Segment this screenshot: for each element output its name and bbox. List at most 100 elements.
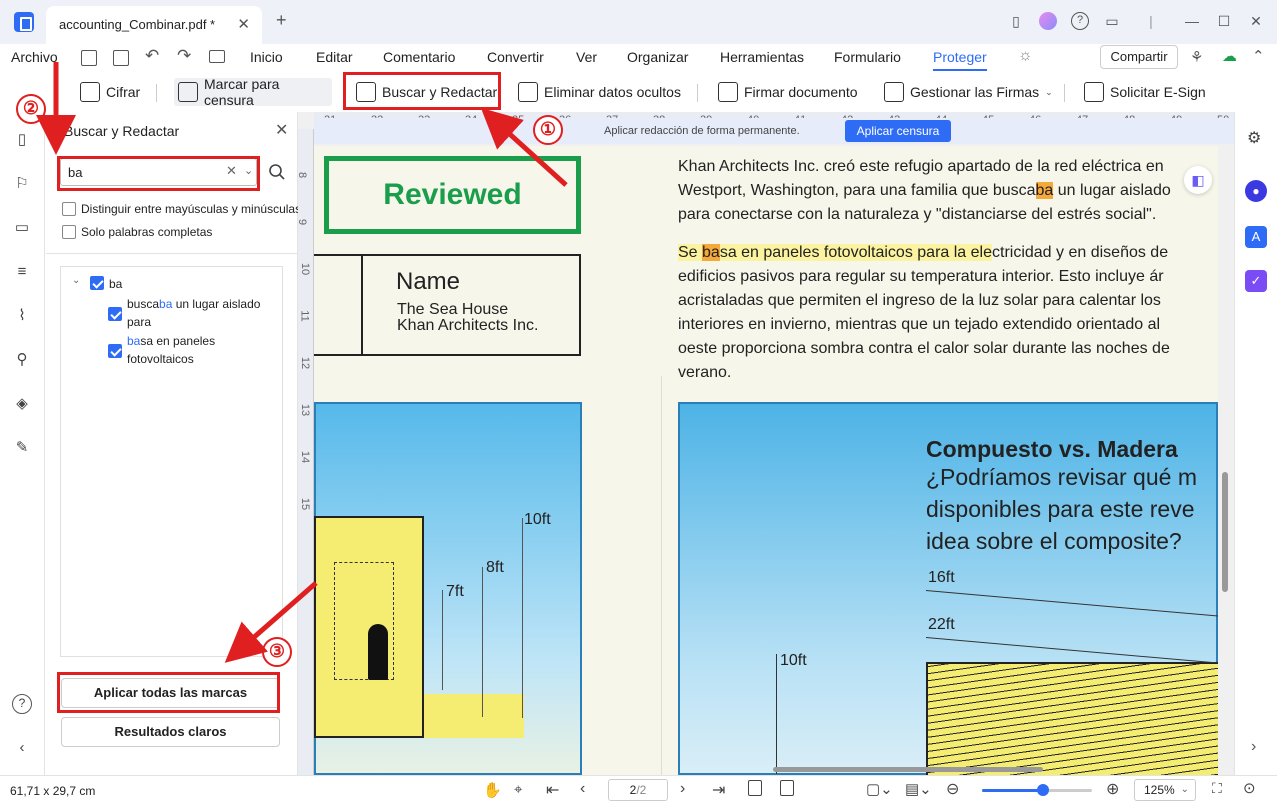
reviewed-stamp[interactable]: Reviewed (324, 156, 581, 234)
page-layout-icon[interactable]: ▤⌄ (905, 780, 932, 798)
result-checkbox[interactable] (108, 344, 122, 358)
fit-width-icon[interactable] (780, 780, 794, 796)
redo-icon[interactable]: ↷ (177, 46, 191, 66)
dimension-label: 22ft (928, 616, 955, 633)
horizontal-scrollbar[interactable] (773, 767, 1043, 772)
remove-hidden-data-button[interactable]: Eliminar datos ocultos (514, 78, 685, 106)
mark-redact-label: Marcar para censura (204, 76, 280, 108)
text-line: edificios pasivos para regular su temper… (678, 268, 1164, 285)
minimize-icon[interactable]: — (1183, 12, 1201, 30)
expand-panel-icon[interactable]: › (1251, 738, 1256, 756)
share-button[interactable]: Compartir (1100, 45, 1178, 69)
first-page-icon[interactable]: ⇤ (546, 780, 559, 800)
view-mode-icon[interactable]: ▢⌄ (866, 780, 893, 798)
ai-chat-icon[interactable]: ● (1245, 180, 1267, 202)
document-view[interactable]: 3132333435363738394041424344454647484950… (298, 112, 1234, 775)
bookmark-icon[interactable]: ⚐ (12, 174, 32, 194)
more-options-icon[interactable]: ⊙ (1243, 779, 1256, 797)
document-tab[interactable]: accounting_Combinar.pdf * ✕ (46, 6, 262, 44)
vertical-scrollbar[interactable] (1222, 472, 1228, 592)
menu-formulario[interactable]: Formulario (834, 49, 901, 65)
comment-icon[interactable]: ▭ (12, 218, 32, 238)
translate-icon[interactable]: A (1245, 226, 1267, 248)
ai-assistant-icon[interactable]: ◧ (1184, 166, 1212, 194)
result-text: para (127, 315, 152, 329)
encrypt-button[interactable]: Cifrar (76, 78, 144, 106)
page-thumbnail-icon[interactable]: ▯ (12, 130, 32, 150)
case-sensitive-checkbox[interactable] (62, 202, 76, 216)
lightbulb-icon[interactable]: ☼ (1018, 47, 1033, 65)
mark-redact-button[interactable]: Marcar para censura (174, 76, 332, 108)
menu-ver[interactable]: Ver (576, 49, 597, 65)
result-root-label: ba (109, 277, 123, 291)
menu-proteger[interactable]: Proteger (933, 49, 987, 71)
redaction-mark[interactable]: ba (702, 244, 720, 261)
prev-page-icon[interactable]: ‹ (580, 780, 585, 798)
hand-tool-icon[interactable]: ✋ (483, 781, 502, 799)
sign-document-button[interactable]: Firmar documento (714, 78, 862, 106)
collapse-ribbon-icon[interactable]: ⌃ (1252, 47, 1265, 65)
collapse-panel-icon[interactable]: ‹ (12, 738, 32, 758)
case-sensitive-label: Distinguir entre mayúsculas y minúsculas (81, 202, 302, 216)
layers-list-icon[interactable]: ≡ (12, 262, 32, 282)
dimension-label: 10ft (780, 652, 807, 669)
result-checkbox[interactable] (108, 307, 122, 321)
maximize-icon[interactable]: ☐ (1215, 12, 1233, 30)
signature-icon[interactable]: ✎ (12, 438, 32, 458)
page-number-input[interactable]: 2/2 (608, 779, 668, 801)
select-tool-icon[interactable]: ⌖ (514, 781, 522, 798)
clear-results-button[interactable]: Resultados claros (61, 717, 280, 747)
last-page-icon[interactable]: ⇥ (712, 780, 725, 800)
menu-herramientas[interactable]: Herramientas (720, 49, 804, 65)
feedback-icon[interactable]: ▭ (1103, 12, 1121, 30)
help-icon[interactable]: ? (1071, 12, 1089, 30)
menu-comentario[interactable]: Comentario (383, 49, 455, 65)
text-line: acristaladas que permiten el ingreso de … (678, 292, 1161, 309)
menu-convertir[interactable]: Convertir (487, 49, 544, 65)
next-page-icon[interactable]: › (680, 780, 685, 798)
close-icon[interactable]: ✕ (1247, 12, 1265, 30)
redaction-mark[interactable]: ba (1035, 182, 1054, 199)
cloud-sync-icon[interactable]: ☁ (1222, 47, 1237, 65)
menu-editar[interactable]: Editar (316, 49, 353, 65)
close-tab-icon[interactable]: ✕ (237, 15, 250, 33)
title-bar: accounting_Combinar.pdf * ✕ + ▯ ? ▭ | — … (0, 0, 1277, 44)
text-run: ctricidad y en diseños de (992, 244, 1169, 261)
search-icon[interactable] (268, 163, 286, 181)
menu-organizar[interactable]: Organizar (627, 49, 688, 65)
ruler-tick-label: 15 (299, 497, 312, 511)
zoom-slider-handle[interactable] (1036, 784, 1049, 796)
help-icon[interactable]: ? (12, 694, 32, 714)
search-icon[interactable]: ⚲ (12, 350, 32, 370)
print-icon[interactable] (113, 50, 129, 66)
text-run: Se (678, 244, 703, 261)
request-esign-button[interactable]: Solicitar E-Sign (1080, 78, 1210, 106)
avatar[interactable] (1039, 12, 1057, 30)
close-icon[interactable]: ✕ (275, 120, 288, 140)
layers-icon[interactable]: ◈ (12, 394, 32, 414)
grammar-check-icon[interactable]: ✓ (1245, 270, 1267, 292)
mail-icon[interactable] (209, 50, 225, 63)
bookmark-icon[interactable]: ▯ (1007, 12, 1025, 30)
menu-inicio[interactable]: Inicio (250, 49, 283, 65)
zoom-out-icon[interactable]: ⊖ (946, 779, 959, 799)
save-icon[interactable] (81, 50, 97, 66)
collab-icon[interactable]: ⚘ (1190, 48, 1203, 66)
fullscreen-icon[interactable]: ⛶ (1212, 780, 1222, 797)
zoom-slider[interactable] (982, 784, 1092, 796)
menu-file[interactable]: Archivo (11, 49, 58, 65)
list-item[interactable]: buscaba un lugar aislado para (127, 295, 287, 331)
whole-words-checkbox[interactable] (62, 225, 76, 239)
zoom-in-icon[interactable]: ⊕ (1106, 779, 1119, 799)
fit-page-icon[interactable] (748, 780, 762, 796)
list-item[interactable]: basa en paneles fotovoltaicos (127, 332, 287, 368)
properties-icon[interactable]: ⚙ (1247, 128, 1261, 148)
undo-icon[interactable]: ↶ (145, 46, 159, 66)
attachment-icon[interactable]: ⌇ (12, 306, 32, 326)
expand-icon[interactable]: ⌄ (72, 275, 80, 286)
manage-signatures-button[interactable]: Gestionar las Firmas ⌄ (880, 78, 1057, 106)
zoom-select[interactable]: 125% ⌄ (1134, 779, 1196, 801)
apply-redaction-button[interactable]: Aplicar censura (845, 120, 951, 142)
new-tab-icon[interactable]: + (276, 10, 287, 31)
result-root-checkbox[interactable] (90, 276, 104, 290)
